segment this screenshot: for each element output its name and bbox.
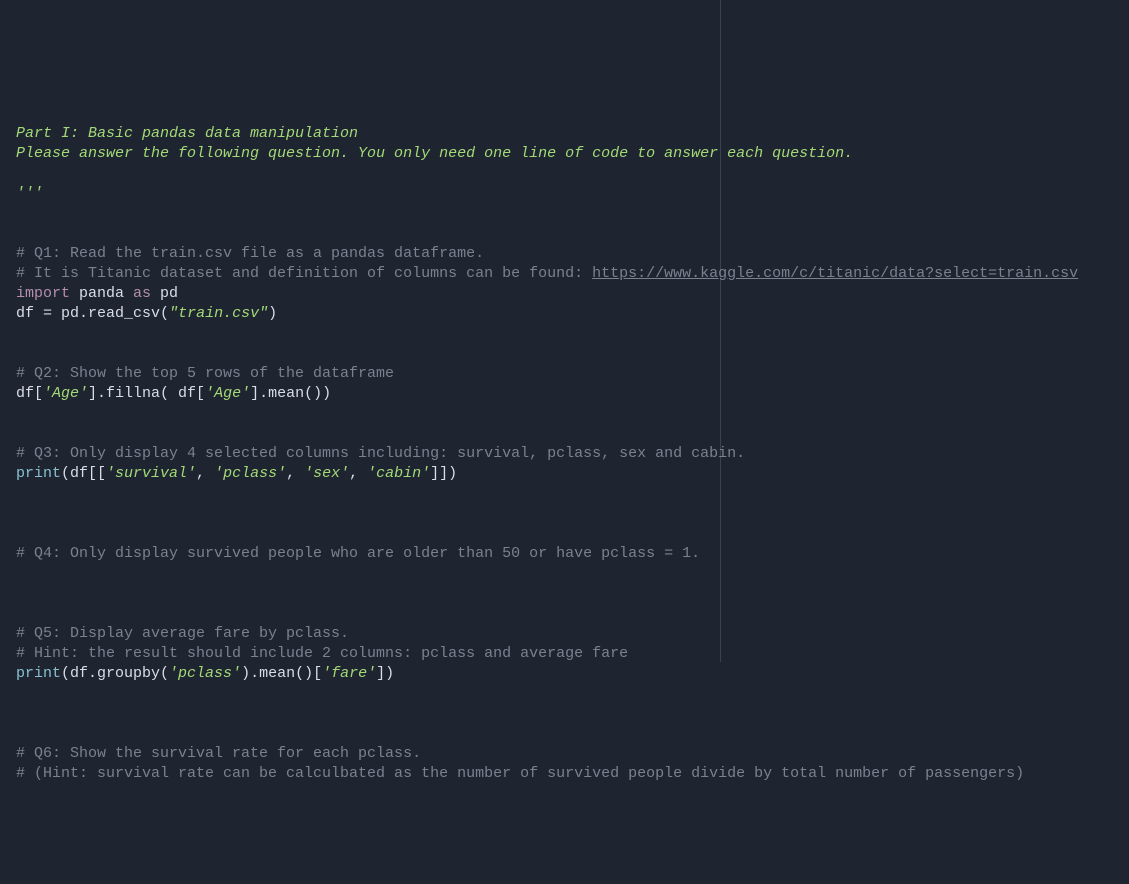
punctuation: , bbox=[196, 465, 214, 482]
code-line bbox=[16, 504, 1113, 524]
code-line: # Hint: the result should include 2 colu… bbox=[16, 644, 1113, 664]
code-line: # It is Titanic dataset and definition o… bbox=[16, 264, 1113, 284]
code-line: # (Hint: survival rate can be calculbate… bbox=[16, 764, 1113, 784]
code-line bbox=[16, 524, 1113, 544]
code-line bbox=[16, 724, 1113, 744]
string-literal: 'survival' bbox=[106, 465, 196, 482]
comment-text: # Q4: Only display survived people who a… bbox=[16, 545, 700, 562]
comment-text: # Q3: Only display 4 selected columns in… bbox=[16, 445, 745, 462]
string-literal: "train.csv" bbox=[169, 305, 268, 322]
code-line: df = pd.read_csv("train.csv") bbox=[16, 304, 1113, 324]
string-literal: 'Age' bbox=[205, 385, 250, 402]
code-text: (df.groupby( bbox=[61, 665, 169, 682]
docstring-close: ''' bbox=[16, 185, 43, 202]
punctuation: , bbox=[286, 465, 304, 482]
comment-text: # Q1: Read the train.csv file as a panda… bbox=[16, 245, 484, 262]
punctuation: ) bbox=[268, 305, 277, 322]
comment-text: # Hint: the result should include 2 colu… bbox=[16, 645, 628, 662]
code-text: ]]) bbox=[430, 465, 457, 482]
code-line: Part I: Basic pandas data manipulation bbox=[16, 124, 1113, 144]
string-literal: 'Age' bbox=[43, 385, 88, 402]
code-line: # Q2: Show the top 5 rows of the datafra… bbox=[16, 364, 1113, 384]
code-line bbox=[16, 344, 1113, 364]
comment-text: # It is Titanic dataset and definition o… bbox=[16, 265, 592, 282]
code-line bbox=[16, 604, 1113, 624]
string-literal: 'sex' bbox=[304, 465, 349, 482]
code-line: import panda as pd bbox=[16, 284, 1113, 304]
code-line bbox=[16, 224, 1113, 244]
code-text: (df[[ bbox=[61, 465, 106, 482]
code-text: ].mean()) bbox=[250, 385, 331, 402]
code-line: print(df[['survival', 'pclass', 'sex', '… bbox=[16, 464, 1113, 484]
string-literal: 'fare' bbox=[322, 665, 376, 682]
keyword-as: as bbox=[133, 285, 151, 302]
code-line bbox=[16, 164, 1113, 184]
module-name: panda bbox=[70, 285, 133, 302]
code-line bbox=[16, 704, 1113, 724]
url-link[interactable]: https://www.kaggle.com/c/titanic/data?se… bbox=[592, 265, 1078, 282]
code-line bbox=[16, 584, 1113, 604]
code-line: # Q4: Only display survived people who a… bbox=[16, 544, 1113, 564]
code-line: Please answer the following question. Yo… bbox=[16, 144, 1113, 164]
comment-text: # Q2: Show the top 5 rows of the datafra… bbox=[16, 365, 394, 382]
code-line: print(df.groupby('pclass').mean()['fare'… bbox=[16, 664, 1113, 684]
code-line bbox=[16, 484, 1113, 504]
comment-text: # Q5: Display average fare by pclass. bbox=[16, 625, 349, 642]
code-line bbox=[16, 404, 1113, 424]
code-line: ''' bbox=[16, 184, 1113, 204]
code-text: ]) bbox=[376, 665, 394, 682]
comment-text: # Q6: Show the survival rate for each pc… bbox=[16, 745, 421, 762]
punctuation: , bbox=[349, 465, 367, 482]
code-text: ).mean()[ bbox=[241, 665, 322, 682]
comment-text: # (Hint: survival rate can be calculbate… bbox=[16, 765, 1024, 782]
code-line bbox=[16, 204, 1113, 224]
code-text: df bbox=[16, 305, 43, 322]
operator: = bbox=[43, 305, 52, 322]
code-text: df[ bbox=[16, 385, 43, 402]
code-line bbox=[16, 424, 1113, 444]
string-literal: 'cabin' bbox=[367, 465, 430, 482]
code-line: # Q3: Only display 4 selected columns in… bbox=[16, 444, 1113, 464]
docstring-text: Part I: Basic pandas data manipulation bbox=[16, 125, 358, 142]
code-line: # Q5: Display average fare by pclass. bbox=[16, 624, 1113, 644]
docstring-text: Please answer the following question. Yo… bbox=[16, 145, 853, 162]
code-line: # Q1: Read the train.csv file as a panda… bbox=[16, 244, 1113, 264]
code-line: # Q6: Show the survival rate for each pc… bbox=[16, 744, 1113, 764]
keyword-import: import bbox=[16, 285, 70, 302]
code-line bbox=[16, 684, 1113, 704]
code-text: ].fillna( df[ bbox=[88, 385, 205, 402]
code-line bbox=[16, 564, 1113, 584]
code-line bbox=[16, 324, 1113, 344]
builtin-print: print bbox=[16, 665, 61, 682]
code-editor-content[interactable]: Part I: Basic pandas data manipulation Pl… bbox=[16, 124, 1113, 784]
code-line: df['Age'].fillna( df['Age'].mean()) bbox=[16, 384, 1113, 404]
builtin-print: print bbox=[16, 465, 61, 482]
string-literal: 'pclass' bbox=[169, 665, 241, 682]
code-text: pd.read_csv( bbox=[52, 305, 169, 322]
string-literal: 'pclass' bbox=[214, 465, 286, 482]
alias-name: pd bbox=[151, 285, 178, 302]
